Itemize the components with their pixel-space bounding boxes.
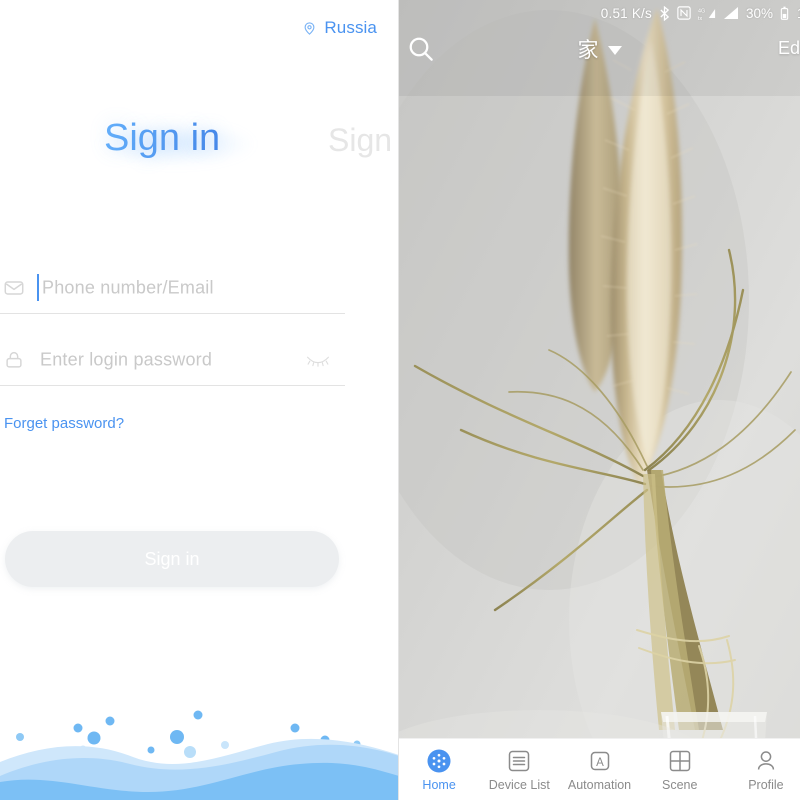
screenshot-root: Russia Sign in Sign up Phone number/Emai… [0, 0, 800, 800]
field-underline [0, 313, 345, 314]
network-speed-label: 0.51 K/s [600, 5, 652, 21]
signin-submit-button[interactable]: Sign in [5, 531, 339, 587]
signal-4g-icon: 4G tx [698, 6, 716, 21]
envelope-icon [3, 277, 25, 299]
password-field[interactable]: Enter login password [0, 334, 345, 386]
auth-tabs: Sign in Sign up [0, 112, 399, 174]
text-cursor [37, 274, 39, 301]
tab-signup[interactable]: Sign up [328, 118, 399, 162]
lock-icon [3, 349, 25, 371]
forget-password-link[interactable]: Forget password? [4, 415, 124, 432]
nav-item-device-list[interactable]: Device List [479, 739, 559, 800]
svg-text:A: A [596, 757, 604, 769]
svg-text:tx: tx [698, 15, 702, 20]
home-selector[interactable]: 家 [399, 27, 800, 71]
home-background-photo [399, 0, 800, 800]
person-icon [753, 748, 779, 774]
tab-signin[interactable]: Sign in [104, 112, 220, 164]
list-icon [506, 748, 532, 774]
locale-label: Russia [324, 18, 377, 37]
home-dots-icon [426, 748, 452, 774]
nav-label-scene: Scene [661, 777, 698, 792]
app-header: 家 Edit [399, 27, 800, 71]
signin-screen: Russia Sign in Sign up Phone number/Emai… [0, 0, 399, 800]
nav-item-profile[interactable]: Profile [726, 739, 800, 800]
nfc-icon [677, 6, 691, 20]
nav-label-profile: Profile [748, 777, 784, 792]
password-placeholder: Enter login password [40, 349, 213, 370]
nav-item-automation[interactable]: A Automation [559, 739, 639, 800]
bluetooth-icon [659, 5, 670, 21]
locale-selector[interactable]: Russia [302, 18, 377, 38]
status-bar: 0.51 K/s 4G tx 30% [399, 0, 800, 26]
field-underline [0, 385, 345, 386]
edit-button[interactable]: Edit [778, 38, 800, 59]
location-pin-icon [302, 21, 317, 36]
chevron-down-icon [607, 46, 622, 55]
eye-closed-icon[interactable] [305, 352, 331, 368]
home-name-label: 家 [577, 39, 599, 62]
nav-label-home: Home [422, 777, 456, 792]
battery-percent-label: 30% [745, 5, 773, 21]
bottom-navigation-bar: Home Device List A Automation Scene Prof… [399, 738, 800, 800]
signin-submit-label: Sign in [144, 548, 200, 569]
phone-email-placeholder: Phone number/Email [42, 277, 214, 298]
letter-a-box-icon: A [587, 748, 613, 774]
panel-divider [398, 0, 399, 800]
svg-text:4G: 4G [698, 8, 705, 14]
signal-bars-icon [723, 6, 739, 20]
phone-email-field[interactable]: Phone number/Email [0, 262, 345, 314]
nav-item-scene[interactable]: Scene [640, 739, 720, 800]
nav-label-automation: Automation [567, 777, 632, 792]
grid-four-icon [667, 748, 693, 774]
smart-home-screen: 0.51 K/s 4G tx 30% 家 Ed Home Device List… [399, 0, 800, 800]
wave-decoration [0, 640, 399, 800]
nav-item-home[interactable]: Home [399, 739, 479, 800]
nav-label-device-list: Device List [488, 777, 550, 792]
battery-icon [780, 6, 789, 21]
